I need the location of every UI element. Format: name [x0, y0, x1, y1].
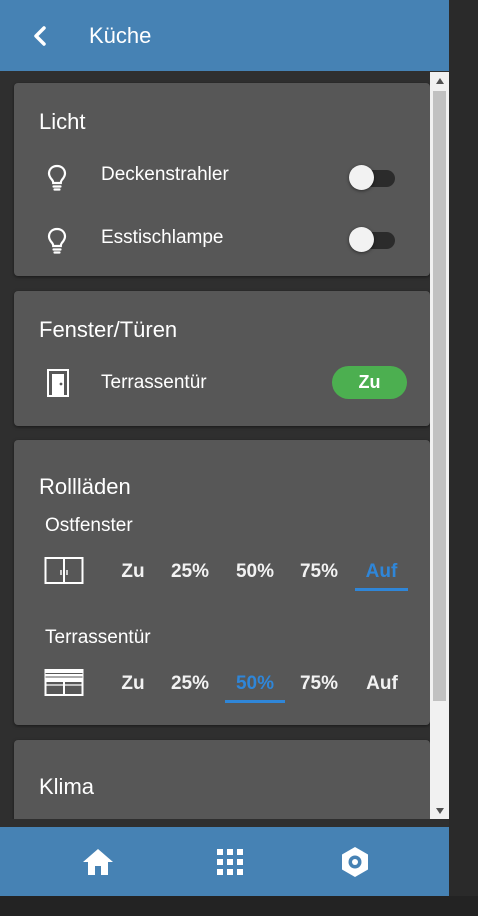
- nav-rooms-button[interactable]: [180, 827, 280, 896]
- light-label-esstischlampe: Esstischlampe: [101, 227, 224, 248]
- shutters-card: Rollläden Ostfenster Zu 25% 50% 75% Auf …: [14, 440, 430, 725]
- bottom-navigation: [0, 827, 449, 896]
- lightbulb-icon: [47, 164, 67, 191]
- shutter-ostfenster-option-auf[interactable]: Auf: [355, 553, 408, 591]
- toggle-deckenstrahler[interactable]: [349, 163, 397, 191]
- light-label-deckenstrahler: Deckenstrahler: [101, 164, 229, 185]
- shutter-terrassentuer-option-25[interactable]: 25%: [160, 665, 220, 703]
- scrollbar[interactable]: [430, 72, 449, 819]
- shutter-ostfenster-option-75[interactable]: 75%: [289, 553, 349, 591]
- window-edge: [449, 0, 478, 916]
- app-window: Küche Licht Deckenstrahler Esstischlampe: [0, 0, 449, 916]
- windows-card-title: Fenster/Türen: [39, 317, 178, 342]
- shutter-terrassentuer-option-75[interactable]: 75%: [289, 665, 349, 703]
- shutter-label-terrassentuer: Terrassentür: [45, 627, 151, 648]
- shutter-label-ostfenster: Ostfenster: [45, 515, 133, 536]
- lightbulb-icon: [47, 227, 67, 254]
- toggle-knob: [349, 165, 374, 190]
- nav-home-button[interactable]: [48, 827, 148, 896]
- triangle-down-icon: [435, 807, 444, 814]
- home-icon: [83, 848, 113, 875]
- shutter-ostfenster-option-zu[interactable]: Zu: [103, 553, 163, 591]
- door-status-badge: Zu: [332, 366, 407, 399]
- scroll-down-button[interactable]: [430, 802, 449, 819]
- window-label-terrassentuer: Terrassentür: [101, 372, 207, 393]
- window-bottom-edge: [0, 896, 478, 916]
- chevron-left-icon: [34, 25, 46, 46]
- scroll-thumb[interactable]: [433, 91, 446, 701]
- shutter-ostfenster-option-25[interactable]: 25%: [160, 553, 220, 591]
- thermometer-icon: [51, 816, 63, 819]
- grid-icon: [217, 848, 243, 875]
- climate-card: Klima: [14, 740, 430, 819]
- windows-card: Fenster/Türen Terrassentür Zu: [14, 291, 430, 426]
- toggle-esstischlampe[interactable]: [349, 225, 397, 253]
- header-bar: Küche: [0, 0, 449, 71]
- content-scroll-area[interactable]: Licht Deckenstrahler Esstischlampe Fenst…: [0, 71, 449, 819]
- window-half-shutter-icon: [44, 669, 84, 696]
- shutter-terrassentuer-option-zu[interactable]: Zu: [103, 665, 163, 703]
- nav-settings-button[interactable]: [305, 827, 405, 896]
- climate-card-title: Klima: [39, 774, 95, 799]
- scroll-up-button[interactable]: [430, 72, 449, 89]
- toggle-knob: [349, 227, 374, 252]
- back-button[interactable]: [20, 16, 60, 56]
- shutter-ostfenster-option-50[interactable]: 50%: [225, 553, 285, 591]
- light-card-title: Licht: [39, 109, 86, 134]
- shutters-card-title: Rollläden: [39, 474, 131, 499]
- door-icon: [47, 369, 69, 397]
- shutter-terrassentuer-option-50[interactable]: 50%: [225, 665, 285, 703]
- window-open-icon: [44, 557, 84, 584]
- settings-icon: [342, 846, 368, 877]
- triangle-up-icon: [435, 77, 444, 84]
- page-title: Küche: [89, 22, 152, 48]
- light-card: Licht Deckenstrahler Esstischlampe: [14, 83, 430, 276]
- shutter-terrassentuer-option-auf[interactable]: Auf: [352, 665, 412, 703]
